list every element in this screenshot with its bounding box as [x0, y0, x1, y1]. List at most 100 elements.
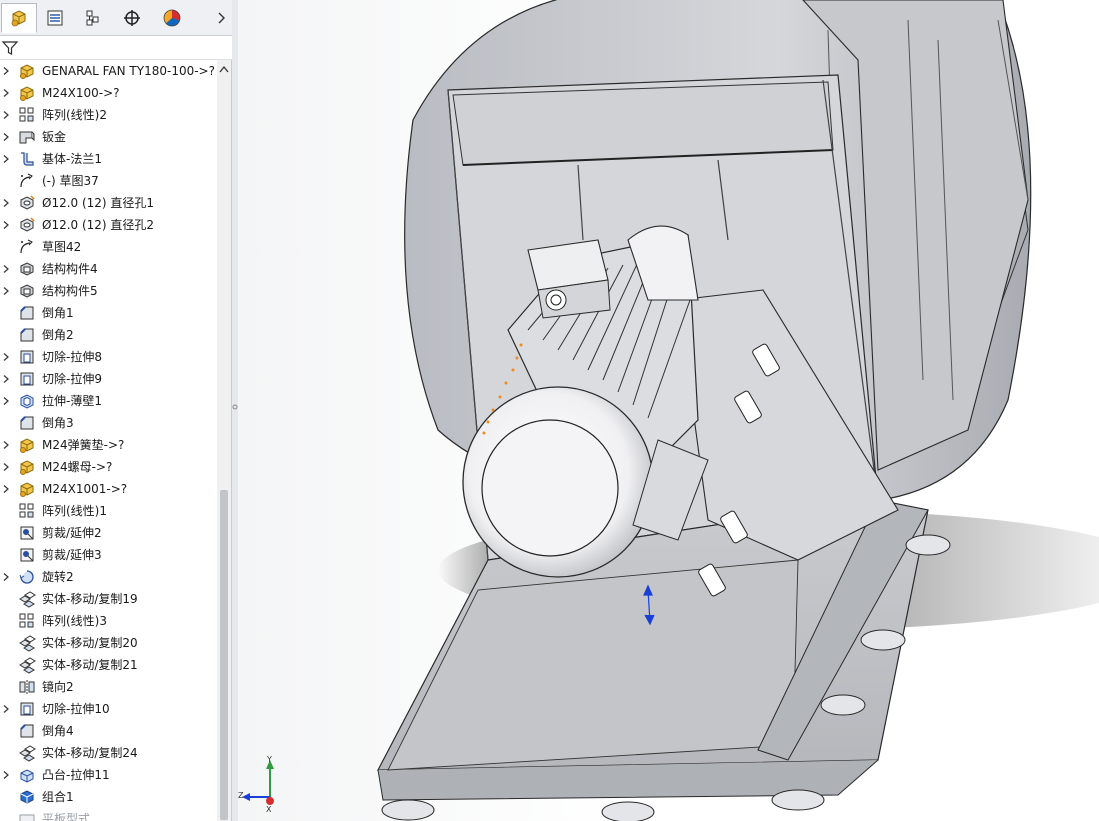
tree-item-label: 实体-移动/复制19 — [42, 592, 138, 606]
expand-arrow-icon[interactable] — [3, 155, 9, 163]
tree-item[interactable]: 实体-移动/复制24 — [0, 742, 217, 764]
tree-item[interactable]: 镜向2 — [0, 676, 217, 698]
expand-arrow-icon[interactable] — [3, 485, 9, 493]
tree-item[interactable]: 阵列(线性)3 — [0, 610, 217, 632]
tree-item[interactable]: 倒角2 — [0, 324, 217, 346]
tab-propertymanager[interactable] — [37, 3, 73, 33]
expand-arrow-icon[interactable] — [3, 375, 9, 383]
tree-item[interactable]: 切除-拉伸10 — [0, 698, 217, 720]
tree-item-label: 凸台-拉伸11 — [42, 768, 110, 782]
tree-item[interactable]: 剪裁/延伸3 — [0, 544, 217, 566]
linear-pattern-icon — [19, 107, 34, 122]
sketch-icon — [20, 173, 33, 188]
tab-configurationmanager[interactable] — [75, 3, 111, 33]
tab-overflow-arrow[interactable] — [211, 3, 231, 33]
scroll-thumb[interactable] — [220, 490, 228, 820]
assembly-icon — [11, 10, 26, 27]
tree-item-label: M24X100->? — [42, 86, 120, 100]
tree-item[interactable]: 切除-拉伸8 — [0, 346, 217, 368]
expand-arrow-icon[interactable] — [3, 89, 9, 97]
extruded-cut-icon — [20, 372, 34, 386]
property-list-icon — [47, 10, 63, 26]
tree-item[interactable]: M24X100->? — [0, 82, 217, 104]
tree-item[interactable]: 凸台-拉伸11 — [0, 764, 217, 786]
expand-arrow-icon[interactable] — [3, 705, 9, 713]
move-copy-body-icon — [19, 591, 36, 608]
tab-dimxpert[interactable] — [114, 3, 150, 33]
expand-arrow-icon[interactable] — [3, 199, 9, 207]
tree-item[interactable]: M24X1001->? — [0, 478, 217, 500]
tree-item[interactable]: 实体-移动/复制21 — [0, 654, 217, 676]
triad-x-label: Z — [238, 791, 244, 800]
tree-item-label: 阵列(线性)3 — [42, 614, 107, 628]
tree-item[interactable]: 倒角1 — [0, 302, 217, 324]
expand-arrow-icon[interactable] — [3, 771, 9, 779]
tree-item-label: 旋转2 — [42, 570, 74, 584]
trim-extend-icon — [20, 548, 34, 562]
sheet-metal-icon — [19, 131, 35, 144]
sketch-icon — [20, 239, 33, 254]
tree-item[interactable]: 倒角4 — [0, 720, 217, 742]
tree-item-label: 切除-拉伸9 — [42, 372, 102, 386]
filter-funnel-icon[interactable] — [1, 39, 19, 57]
tree-item-label: (-) 草图37 — [42, 174, 99, 188]
part-icon — [20, 64, 34, 79]
tree-item[interactable]: 结构构件5 — [0, 280, 217, 302]
expand-arrow-icon[interactable] — [3, 397, 9, 405]
tree-item-label: 实体-移动/复制20 — [42, 636, 138, 650]
tree-item[interactable]: (-) 草图37 — [0, 170, 217, 192]
tree-item[interactable]: 阵列(线性)1 — [0, 500, 217, 522]
tree-item[interactable]: Ø12.0 (12) 直径孔1 — [0, 192, 217, 214]
tree-item-label: 倒角1 — [42, 306, 74, 320]
coordinate-triad: Y Z X — [238, 755, 288, 815]
tree-item[interactable]: 草图42 — [0, 236, 217, 258]
expand-arrow-icon[interactable] — [3, 463, 9, 471]
expand-arrow-icon[interactable] — [3, 67, 9, 75]
tree-item-label: 实体-移动/复制24 — [42, 746, 138, 760]
expand-arrow-icon[interactable] — [3, 221, 9, 229]
tree-item[interactable]: M24螺母->? — [0, 456, 217, 478]
flat-pattern-icon — [19, 814, 35, 821]
expand-arrow-icon[interactable] — [3, 133, 9, 141]
feature-manager-panel: GENARAL FAN TY180-100->? M24X100->? 阵列(线性)… — [0, 0, 232, 821]
tree-item[interactable]: 实体-移动/复制19 — [0, 588, 217, 610]
linear-pattern-icon — [19, 503, 34, 518]
expand-arrow-icon[interactable] — [3, 573, 9, 581]
combine-icon — [20, 790, 34, 804]
tree-item-label: 剪裁/延伸3 — [42, 548, 102, 562]
graphics-viewport[interactable]: Y Z X — [238, 0, 1099, 821]
tree-scrollbar[interactable] — [217, 60, 231, 821]
tree-item[interactable]: 旋转2 — [0, 566, 217, 588]
tree-item-label: Ø12.0 (12) 直径孔1 — [42, 196, 155, 210]
tree-item[interactable]: 平板型式 — [0, 808, 217, 821]
expand-arrow-icon[interactable] — [3, 353, 9, 361]
tree-item-label: 基体-法兰1 — [42, 152, 102, 166]
tree-filter-bar[interactable] — [0, 36, 232, 60]
expand-arrow-icon[interactable] — [3, 441, 9, 449]
base-flange-icon — [21, 152, 34, 166]
expand-arrow-icon[interactable] — [3, 111, 9, 119]
tree-item[interactable]: 基体-法兰1 — [0, 148, 217, 170]
tree-item[interactable]: 钣金 — [0, 126, 217, 148]
tree-item-label: 倒角2 — [42, 328, 74, 342]
expand-arrow-icon[interactable] — [3, 265, 9, 273]
scroll-up-button[interactable] — [217, 62, 231, 76]
tree-item[interactable]: 剪裁/延伸2 — [0, 522, 217, 544]
tab-display-manager[interactable] — [154, 3, 190, 33]
tree-item-label: 剪裁/延伸2 — [42, 526, 102, 540]
tree-item[interactable]: GENARAL FAN TY180-100->? — [0, 60, 217, 82]
tree-item[interactable]: 倒角3 — [0, 412, 217, 434]
fan-model-render[interactable] — [238, 0, 1099, 821]
tree-item[interactable]: 结构构件4 — [0, 258, 217, 280]
tree-item[interactable]: 阵列(线性)2 — [0, 104, 217, 126]
tree-item[interactable]: 拉伸-薄壁1 — [0, 390, 217, 412]
expand-arrow-icon[interactable] — [3, 287, 9, 295]
tree-item[interactable]: 实体-移动/复制20 — [0, 632, 217, 654]
chevron-right-icon — [218, 12, 225, 24]
tree-item[interactable]: 组合1 — [0, 786, 217, 808]
tree-item[interactable]: 切除-拉伸9 — [0, 368, 217, 390]
tree-item[interactable]: Ø12.0 (12) 直径孔2 — [0, 214, 217, 236]
triad-y-label: Y — [267, 755, 272, 764]
tab-featuremanager[interactable] — [1, 3, 37, 33]
tree-item[interactable]: M24弹簧垫->? — [0, 434, 217, 456]
